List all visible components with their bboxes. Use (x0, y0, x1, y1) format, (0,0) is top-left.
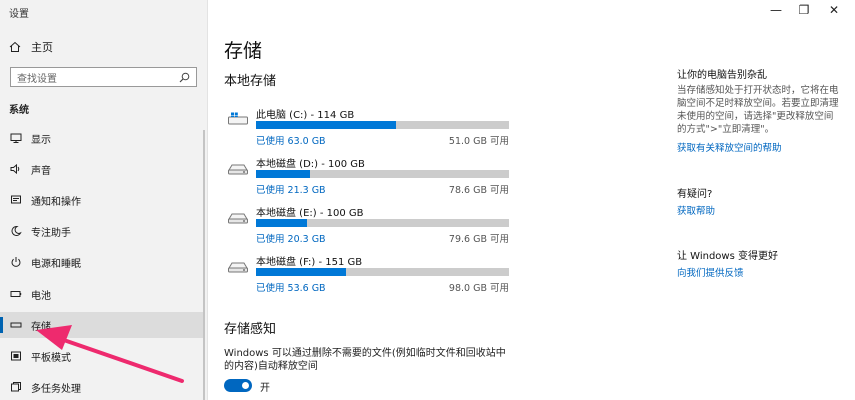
battery-icon (9, 287, 23, 301)
sidebar-item-display[interactable]: 显示 (0, 125, 205, 151)
drive-e[interactable]: 本地磁盘 (E:) - 100 GB 已使用 20.3 GB 79.6 GB 可… (228, 204, 513, 245)
maximize-button[interactable]: ❐ (797, 3, 811, 17)
sidebar-item-label: 电池 (31, 290, 51, 302)
drive-name: 此电脑 (C:) - 114 GB (256, 110, 355, 121)
drive-free: 78.6 GB 可用 (448, 185, 509, 196)
drive-used: 已使用 20.3 GB (256, 234, 326, 245)
section-label: 系统 (9, 105, 29, 116)
get-help-link[interactable]: 获取帮助 (677, 203, 715, 217)
drive-name: 本地磁盘 (F:) - 151 GB (256, 257, 363, 268)
home-label: 主页 (31, 41, 53, 54)
window-title: 设置 (9, 9, 29, 20)
sidebar-item-notifications[interactable]: 通知和操作 (0, 187, 205, 213)
monitor-icon (9, 131, 23, 145)
drive-icon (228, 209, 248, 224)
drive-name: 本地磁盘 (E:) - 100 GB (256, 208, 364, 219)
sidebar-item-focus-assist[interactable]: 专注助手 (0, 218, 205, 244)
drive-c[interactable]: 此电脑 (C:) - 114 GB 已使用 63.0 GB 51.0 GB 可用 (228, 106, 513, 147)
sidebar-item-label: 显示 (31, 134, 51, 146)
moon-icon (9, 224, 23, 238)
sidebar-item-label: 平板模式 (31, 352, 71, 364)
windows-drive-icon (228, 111, 248, 125)
search-input[interactable]: 查找设置 (10, 67, 197, 87)
storage-sense-description: Windows 可以通过删除不需要的文件(例如临时文件和回收站中的内容)自动释放… (224, 348, 506, 372)
storage-sense-heading: 存储感知 (224, 322, 277, 337)
drive-usage-bar (256, 219, 509, 227)
page-title: 存储 (224, 40, 263, 62)
drive-free: 79.6 GB 可用 (448, 234, 509, 245)
speaker-icon (9, 162, 23, 176)
sidebar-item-battery[interactable]: 电池 (0, 281, 205, 307)
drive-used: 已使用 63.0 GB (256, 136, 326, 147)
drive-d[interactable]: 本地磁盘 (D:) - 100 GB 已使用 21.3 GB 78.6 GB 可… (228, 155, 513, 196)
sidebar-item-label: 声音 (31, 165, 51, 177)
search-placeholder: 查找设置 (17, 73, 57, 85)
drive-usage-bar (256, 170, 509, 178)
sidebar-item-sound[interactable]: 声音 (0, 156, 205, 182)
multitask-icon (9, 380, 23, 394)
sidebar-item-label: 通知和操作 (31, 196, 81, 208)
drive-f[interactable]: 本地磁盘 (F:) - 151 GB 已使用 53.6 GB 98.0 GB 可… (228, 253, 513, 294)
sidebar-item-power-sleep[interactable]: 电源和睡眠 (0, 249, 205, 275)
declutter-heading: 让你的电脑告别杂乱 (677, 70, 767, 81)
drive-used: 已使用 21.3 GB (256, 185, 326, 196)
drive-free: 51.0 GB 可用 (448, 136, 509, 147)
storage-icon (9, 318, 23, 332)
sidebar-home[interactable]: 主页 (9, 38, 53, 56)
drive-used: 已使用 53.6 GB (256, 283, 326, 294)
storage-sense-toggle[interactable] (224, 379, 252, 392)
notification-icon (9, 193, 23, 207)
drive-icon (228, 160, 248, 175)
sidebar-item-storage[interactable]: 存储 (0, 312, 205, 338)
questions-heading: 有疑问? (677, 189, 713, 200)
declutter-description: 当存储感知处于打开状态时，它将在电脑空间不足时释放空间。若要立即清理未使用的空间… (677, 85, 839, 135)
drive-usage-fill (256, 219, 308, 227)
sidebar-item-label: 专注助手 (31, 227, 71, 239)
sidebar-scrollbar[interactable] (203, 130, 205, 400)
drive-usage-bar (256, 121, 509, 129)
drive-usage-fill (256, 170, 310, 178)
feedback-link[interactable]: 向我们提供反馈 (677, 265, 744, 279)
improve-windows-heading: 让 Windows 变得更好 (677, 251, 778, 262)
drive-usage-bar (256, 268, 509, 276)
sidebar-item-label: 电源和睡眠 (31, 258, 81, 270)
sidebar-item-label: 多任务处理 (31, 383, 81, 395)
drive-icon (228, 258, 248, 273)
minimize-button[interactable]: — (769, 3, 783, 17)
sidebar-item-label: 存储 (31, 321, 51, 333)
search-icon (179, 72, 190, 83)
home-icon (9, 41, 23, 53)
close-button[interactable]: ✕ (827, 3, 841, 17)
tablet-icon (9, 349, 23, 363)
free-space-help-link[interactable]: 获取有关释放空间的帮助 (677, 140, 782, 154)
drive-free: 98.0 GB 可用 (448, 283, 509, 294)
drive-usage-fill (256, 121, 396, 129)
drive-usage-fill (256, 268, 346, 276)
sidebar: 设置 主页 查找设置 系统 显示 声音 通知和操作 专注助手 电源和睡眠 电池 … (0, 0, 208, 400)
toggle-label: 开 (260, 383, 270, 394)
sidebar-item-multitasking[interactable]: 多任务处理 (0, 374, 205, 400)
local-storage-heading: 本地存储 (224, 74, 277, 89)
drive-name: 本地磁盘 (D:) - 100 GB (256, 159, 365, 170)
sidebar-item-tablet-mode[interactable]: 平板模式 (0, 343, 205, 369)
power-icon (9, 255, 23, 269)
